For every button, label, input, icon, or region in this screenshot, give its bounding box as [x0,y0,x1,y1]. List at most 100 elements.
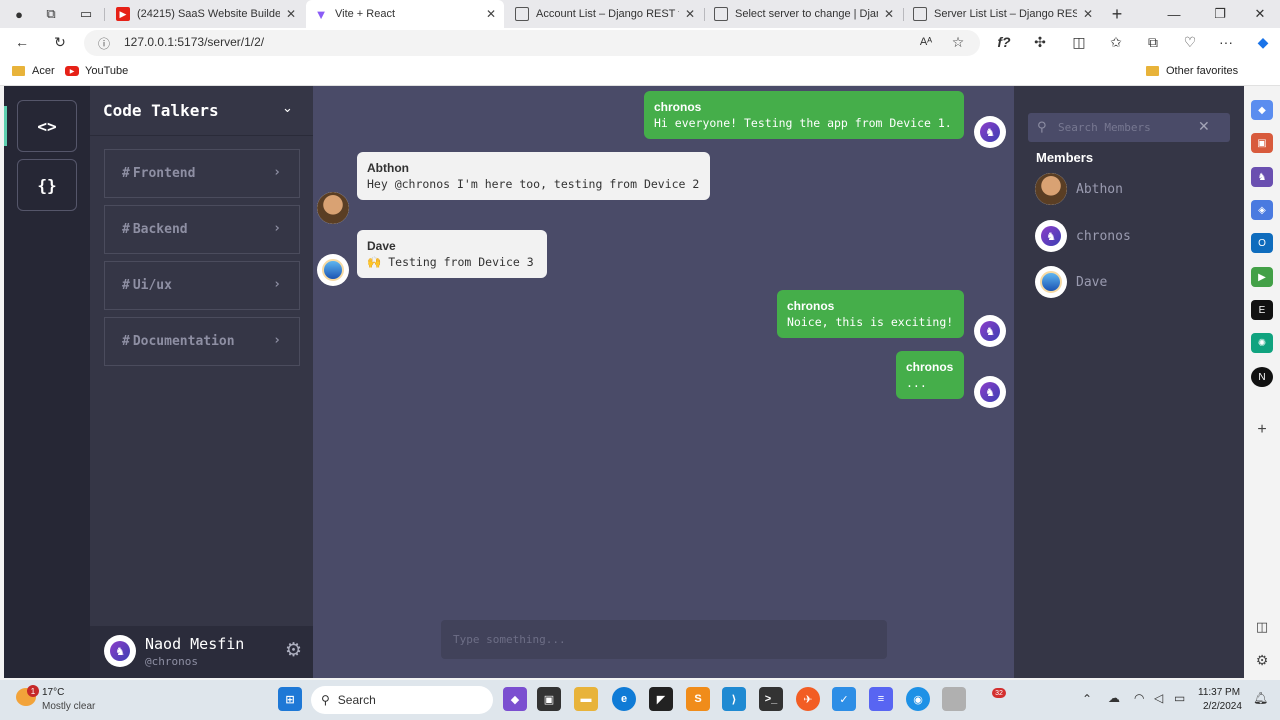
youtube-icon: ▶ [65,66,79,76]
avatar[interactable]: ♞ [974,116,1006,148]
settings-icon[interactable]: ⚙ [1251,650,1273,670]
close-tab-icon[interactable]: ✕ [1083,7,1093,21]
collections-icon[interactable]: ⧉ [1141,31,1165,53]
member-name[interactable]: Dave [1076,275,1107,290]
page-icon [714,7,728,21]
formula-icon[interactable]: f? [992,31,1016,53]
sticky-icon[interactable]: ◤ [649,687,673,711]
edge-icon[interactable]: e [612,687,636,711]
back-icon[interactable]: ← [10,31,34,53]
profile-icon[interactable]: ● [8,4,30,24]
extensions-icon[interactable]: ✣ [1028,31,1052,53]
weather-temp[interactable]: 17°C [42,687,64,698]
avatar[interactable] [317,254,349,286]
app-icon[interactable]: ≡ [869,687,893,711]
channel-uiux[interactable]: # Ui/ux › [104,261,300,310]
close-tab-icon[interactable]: ✕ [884,7,894,21]
maximize-icon[interactable]: ❐ [1200,0,1240,28]
member-name[interactable]: chronos [1076,229,1131,244]
chevron-right-icon: › [273,221,281,236]
close-tab-icon[interactable]: ✕ [286,7,296,21]
refresh-icon[interactable]: ↻ [48,31,72,53]
todo-icon[interactable]: ✓ [832,687,856,711]
message-abthon: Abthon Hey @chronos I'm here too, testin… [357,152,710,200]
avatar[interactable] [1035,266,1067,298]
clock-date[interactable]: 2/2/2024 [1203,701,1242,712]
volume-icon[interactable]: ◁ [1154,691,1163,705]
channel-backend[interactable]: # Backend › [104,205,300,254]
notification-badge: 32 [992,688,1006,698]
avatar[interactable]: ♞ [974,315,1006,347]
taskbar-search[interactable]: ⚲ Search [311,686,493,714]
channel-documentation[interactable]: # Documentation › [104,317,300,366]
tab-account-list[interactable]: Account List – Django REST fram ✕ [507,0,703,28]
onedrive-icon[interactable]: ☁ [1108,691,1120,705]
search-input[interactable] [1058,113,1198,142]
copilot-icon[interactable]: ◆ [1251,31,1275,53]
microsoft365-icon[interactable]: ◈ [1251,200,1273,220]
tab-actions-icon[interactable]: ▭ [75,4,97,24]
clear-icon[interactable]: ✕ [1198,118,1210,135]
hide-sidebar-icon[interactable]: ◫ [1251,617,1273,637]
vscode-icon[interactable]: ⟩ [722,687,746,711]
postman-icon[interactable]: ✈ [796,687,820,711]
drop-icon[interactable]: ▶ [1251,267,1273,287]
windows-start-icon[interactable]: ⊞ [278,687,302,711]
workspaces-icon[interactable]: ⧉ [40,4,62,24]
tag-icon[interactable]: ◆ [1251,100,1273,120]
task-view-icon[interactable]: ▣ [537,687,561,711]
app-icon[interactable]: E [1251,300,1273,320]
message-chronos: chronos ... [896,351,964,399]
tab-server-list[interactable]: Server List List – Django REST fra ✕ [905,0,1101,28]
split-screen-icon[interactable]: ◫ [1067,31,1091,53]
server-code-icon[interactable]: <> [17,100,77,152]
sublime-icon[interactable]: S [686,687,710,711]
terminal-icon[interactable]: >_ [759,687,783,711]
close-tab-icon[interactable]: ✕ [486,7,496,21]
avatar[interactable] [317,192,349,224]
notifications-icon[interactable]: 🔔︎ [1253,691,1268,705]
read-aloud-icon[interactable]: Aᴬ [914,31,938,53]
gear-icon[interactable]: ⚙ [285,639,302,662]
file-explorer-icon[interactable]: ▬ [574,687,598,711]
chevron-up-icon[interactable]: ⌃ [1082,692,1092,706]
avatar[interactable] [1035,173,1067,205]
favorites-icon[interactable]: ✩ [1104,31,1128,53]
browser-essentials-icon[interactable]: ♡ [1178,31,1202,53]
copilot-taskbar-icon[interactable]: ◆ [503,687,527,711]
member-name[interactable]: Abthon [1076,182,1123,197]
avatar[interactable]: ♞ [104,635,136,667]
channel-frontend[interactable]: # Frontend › [104,149,300,198]
battery-icon[interactable]: ▭ [1174,691,1185,705]
chatgpt-icon[interactable]: ✺ [1251,333,1273,353]
info-icon[interactable]: ⓘ [98,35,110,52]
outlook-icon[interactable]: O [1251,233,1273,253]
clock-time[interactable]: 11:37 PM [1198,687,1240,698]
tab-youtube[interactable]: ▶ (24215) SaaS Website Builder, Pr ✕ [108,0,304,28]
wifi-icon[interactable]: ◠ [1134,691,1144,705]
docker-icon[interactable]: ◉ [906,687,930,711]
app-icon[interactable] [942,687,966,711]
close-tab-icon[interactable]: ✕ [685,7,695,21]
more-menu-icon[interactable]: ··· [1214,31,1238,53]
weather-desc: Mostly clear [42,701,96,712]
avatar[interactable]: ♞ [1035,220,1067,252]
url-text[interactable]: 127.0.0.1:5173/server/1/2/ [124,35,264,49]
server-braces-icon[interactable]: {} [17,159,77,211]
notion-icon[interactable]: N [1251,367,1273,387]
tab-vite-react[interactable]: ▼ Vite + React ✕ [306,0,504,28]
tab-select-server[interactable]: Select server to change | Django ✕ [706,0,902,28]
minimize-icon[interactable]: — [1154,0,1194,28]
favorite-star-icon[interactable]: ☆ [946,31,970,53]
message-input[interactable] [441,620,887,659]
add-sidebar-app-icon[interactable]: + [1251,420,1273,440]
new-tab-icon[interactable]: + [1106,4,1128,24]
chevron-down-icon[interactable]: ⌄ [282,100,293,116]
favorite-youtube[interactable]: ▶ YouTube [65,65,128,77]
games-icon[interactable]: ♞ [1251,167,1273,187]
close-window-icon[interactable]: ✕ [1240,0,1280,28]
other-favorites[interactable]: Other favorites [1146,65,1238,77]
favorite-acer[interactable]: Acer [12,65,55,77]
avatar[interactable]: ♞ [974,376,1006,408]
tools-icon[interactable]: ▣ [1251,133,1273,153]
